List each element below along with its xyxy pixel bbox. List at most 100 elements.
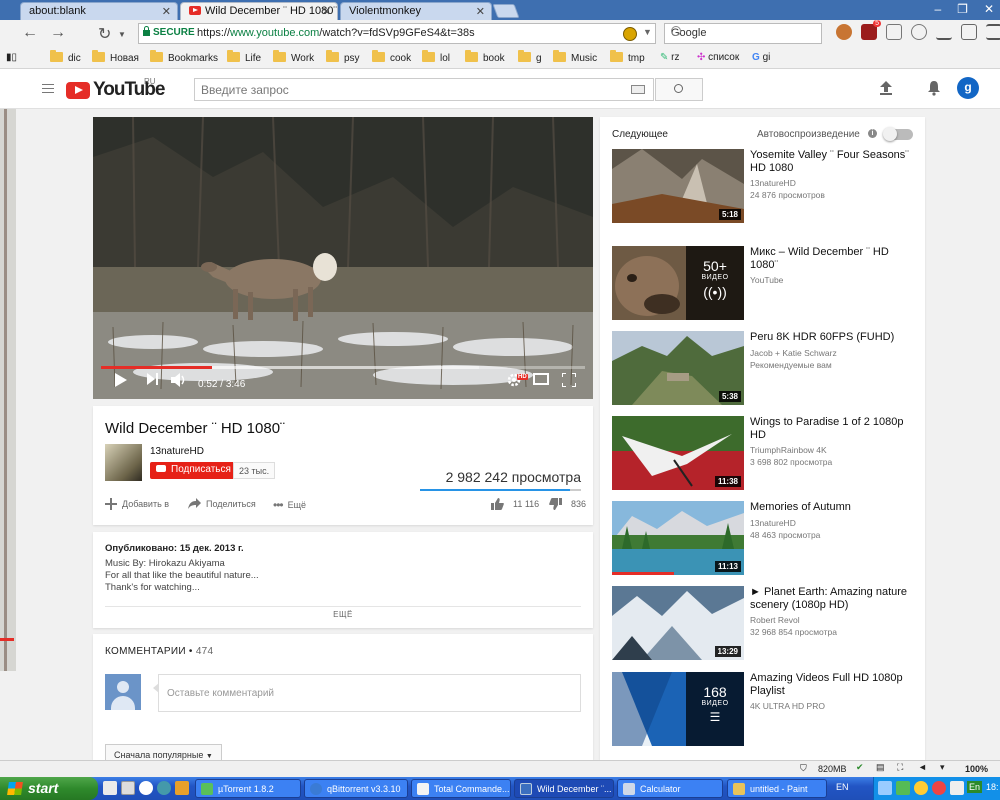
url-text[interactable]: https://www.youtube.com/watch?v=fdSVp9GF… <box>197 27 475 39</box>
reload-dropdown-icon[interactable]: ▼ <box>118 30 126 39</box>
video-title[interactable]: ► Planet Earth: Amazing nature scenery (… <box>750 586 913 612</box>
video-thumbnail[interactable]: 5:18 <box>612 149 744 223</box>
video-title[interactable]: Amazing Videos Full HD 1080p Playlist <box>750 672 913 698</box>
shield-icon[interactable]: ⛉ <box>800 763 807 774</box>
video-title[interactable]: Memories of Autumn <box>750 501 913 514</box>
tray-update-icon[interactable] <box>914 781 928 795</box>
bookmark-folder[interactable]: cook <box>372 50 411 64</box>
keyboard-icon[interactable] <box>631 85 645 94</box>
quick-launch-console-icon[interactable] <box>103 781 117 795</box>
close-tab-icon[interactable]: ✕ <box>476 5 485 18</box>
address-dropdown-icon[interactable]: ▼ <box>643 27 652 37</box>
video-thumbnail[interactable]: 50+ ВИДЕО ((•)) <box>612 246 744 320</box>
add-to-button[interactable]: Добавить в <box>105 498 169 510</box>
page-icon[interactable]: ▤ <box>876 762 885 773</box>
autoplay-toggle[interactable] <box>883 127 913 141</box>
bookmark-folder[interactable]: Music <box>553 50 597 64</box>
tab-violentmonkey[interactable]: Violentmonkey ✕ <box>340 2 492 20</box>
zoom-icon[interactable] <box>911 24 927 40</box>
close-tab-icon[interactable]: ✕ <box>162 5 171 18</box>
quick-launch-globe-icon[interactable] <box>157 781 171 795</box>
fullscreen-icon[interactable]: ⛶ <box>897 762 903 773</box>
recommended-video[interactable]: 5:18 Yosemite Valley ¨ Four Seasons¨ HD … <box>612 149 913 223</box>
bookmark-folder[interactable]: book <box>465 50 505 64</box>
bookmark-folder[interactable]: g <box>518 50 542 64</box>
recommended-video[interactable]: 11:38 Wings to Paradise 1 of 2 1080p HD … <box>612 416 913 490</box>
tab-youtube-video[interactable]: Wild December ¨ HD 1080¨ ✕ <box>180 2 338 20</box>
bookmark-folder[interactable]: Новая <box>92 50 139 64</box>
upload-icon[interactable] <box>880 81 892 95</box>
more-actions-button[interactable]: ••• Ещё <box>273 498 306 512</box>
video-title[interactable]: Yosemite Valley ¨ Four Seasons¨ HD 1080 <box>750 149 913 175</box>
channel-avatar[interactable] <box>105 444 142 481</box>
comment-input[interactable] <box>167 683 577 703</box>
quick-launch-app-icon[interactable] <box>175 781 189 795</box>
forward-arrow-icon[interactable]: → <box>50 24 66 42</box>
play-icon[interactable] <box>115 373 127 387</box>
task-calculator[interactable]: Calculator <box>617 779 723 798</box>
recommended-playlist[interactable]: 168 ВИДЕО ☰ Amazing Videos Full HD 1080p… <box>612 672 913 746</box>
quick-launch-cmd-icon[interactable] <box>121 781 135 795</box>
search-icon[interactable] <box>671 26 681 36</box>
language-indicator[interactable]: EN <box>836 782 849 792</box>
new-tab-button[interactable] <box>492 4 520 18</box>
browser-search-box[interactable]: Google <box>664 23 822 44</box>
cookie-extension-icon[interactable] <box>836 24 852 40</box>
library-icon[interactable] <box>961 24 977 40</box>
address-bar[interactable]: SECURE https://www.youtube.com/watch?v=f… <box>138 23 656 44</box>
zoom-dropdown-icon[interactable]: ▾ <box>940 762 945 773</box>
recommended-video[interactable]: 11:13 Memories of Autumn 13natureHD 48 4… <box>612 501 913 575</box>
close-tab-icon[interactable]: ✕ <box>322 5 331 18</box>
back-arrow-icon[interactable]: ← <box>22 24 38 42</box>
like-button[interactable]: 11 116 <box>491 498 539 510</box>
notifications-bell-icon[interactable] <box>927 80 941 96</box>
video-thumbnail[interactable]: 5:38 <box>612 331 744 405</box>
video-thumbnail[interactable]: 13:29 <box>612 586 744 660</box>
close-window-icon[interactable]: ✕ <box>984 2 994 16</box>
video-thumbnail[interactable]: 11:13 <box>612 501 744 575</box>
sync-icon[interactable]: ✔ <box>856 762 864 773</box>
task-browser[interactable]: Wild December ¨... <box>514 779 614 798</box>
bookmark-folder[interactable]: Bookmarks <box>150 50 218 64</box>
fullscreen-icon[interactable] <box>562 373 576 387</box>
task-paint[interactable]: untitled - Paint <box>727 779 827 798</box>
tray-volume-icon[interactable] <box>950 781 964 795</box>
task-qbittorrent[interactable]: qBittorrent v3.3.10 <box>304 779 408 798</box>
tray-app-icon[interactable] <box>896 781 910 795</box>
stylish-icon[interactable] <box>886 24 902 40</box>
next-icon[interactable] <box>147 373 159 385</box>
bookmark-folder[interactable]: lol <box>422 50 450 64</box>
clock[interactable]: 18: <box>986 782 999 792</box>
volume-icon[interactable] <box>171 373 187 387</box>
video-title[interactable]: Wings to Paradise 1 of 2 1080p HD <box>750 416 913 442</box>
tray-network-icon[interactable] <box>878 781 892 795</box>
show-more-button[interactable]: ЕЩЁ <box>93 610 593 619</box>
restore-icon[interactable]: ❐ <box>957 2 968 16</box>
sidebar-toggle-icon[interactable]: ▮▯ <box>6 52 17 63</box>
task-total-commander[interactable]: Total Commande... <box>411 779 511 798</box>
bookmark-link[interactable]: G gi <box>752 52 770 63</box>
download-icon[interactable] <box>936 24 952 40</box>
progress-bar[interactable] <box>101 366 585 369</box>
extension-icon[interactable] <box>623 27 637 41</box>
bookmark-link[interactable]: ✎ rz <box>660 52 680 63</box>
recommended-mix[interactable]: 50+ ВИДЕО ((•)) Микс – Wild December ¨ H… <box>612 246 913 320</box>
channel-name[interactable]: 13natureHD <box>150 446 204 457</box>
bookmark-folder[interactable]: tmp <box>610 50 645 64</box>
video-title[interactable]: Микс – Wild December ¨ HD 1080¨ <box>750 246 913 272</box>
theater-mode-icon[interactable] <box>533 373 549 385</box>
menu-icon[interactable] <box>986 24 1000 40</box>
video-thumbnail[interactable]: 168 ВИДЕО ☰ <box>612 672 744 746</box>
zoom-level[interactable]: 100% <box>965 764 988 774</box>
recommended-video[interactable]: 13:29 ► Planet Earth: Amazing nature sce… <box>612 586 913 660</box>
account-avatar[interactable]: g <box>957 77 979 99</box>
ublock-icon[interactable]: 5 <box>861 20 881 40</box>
start-button[interactable]: start <box>0 777 98 800</box>
tab-about-blank[interactable]: about:blank ✕ <box>20 2 178 20</box>
task-utorrent[interactable]: µTorrent 1.8.2 <box>195 779 301 798</box>
audio-icon[interactable]: ◄ <box>918 762 927 772</box>
bookmark-folder[interactable]: psy <box>326 50 360 64</box>
youtube-search-button[interactable] <box>655 78 703 101</box>
info-icon[interactable]: i <box>868 129 877 138</box>
video-player[interactable]: 0:52 / 3:46 HD <box>93 117 593 399</box>
